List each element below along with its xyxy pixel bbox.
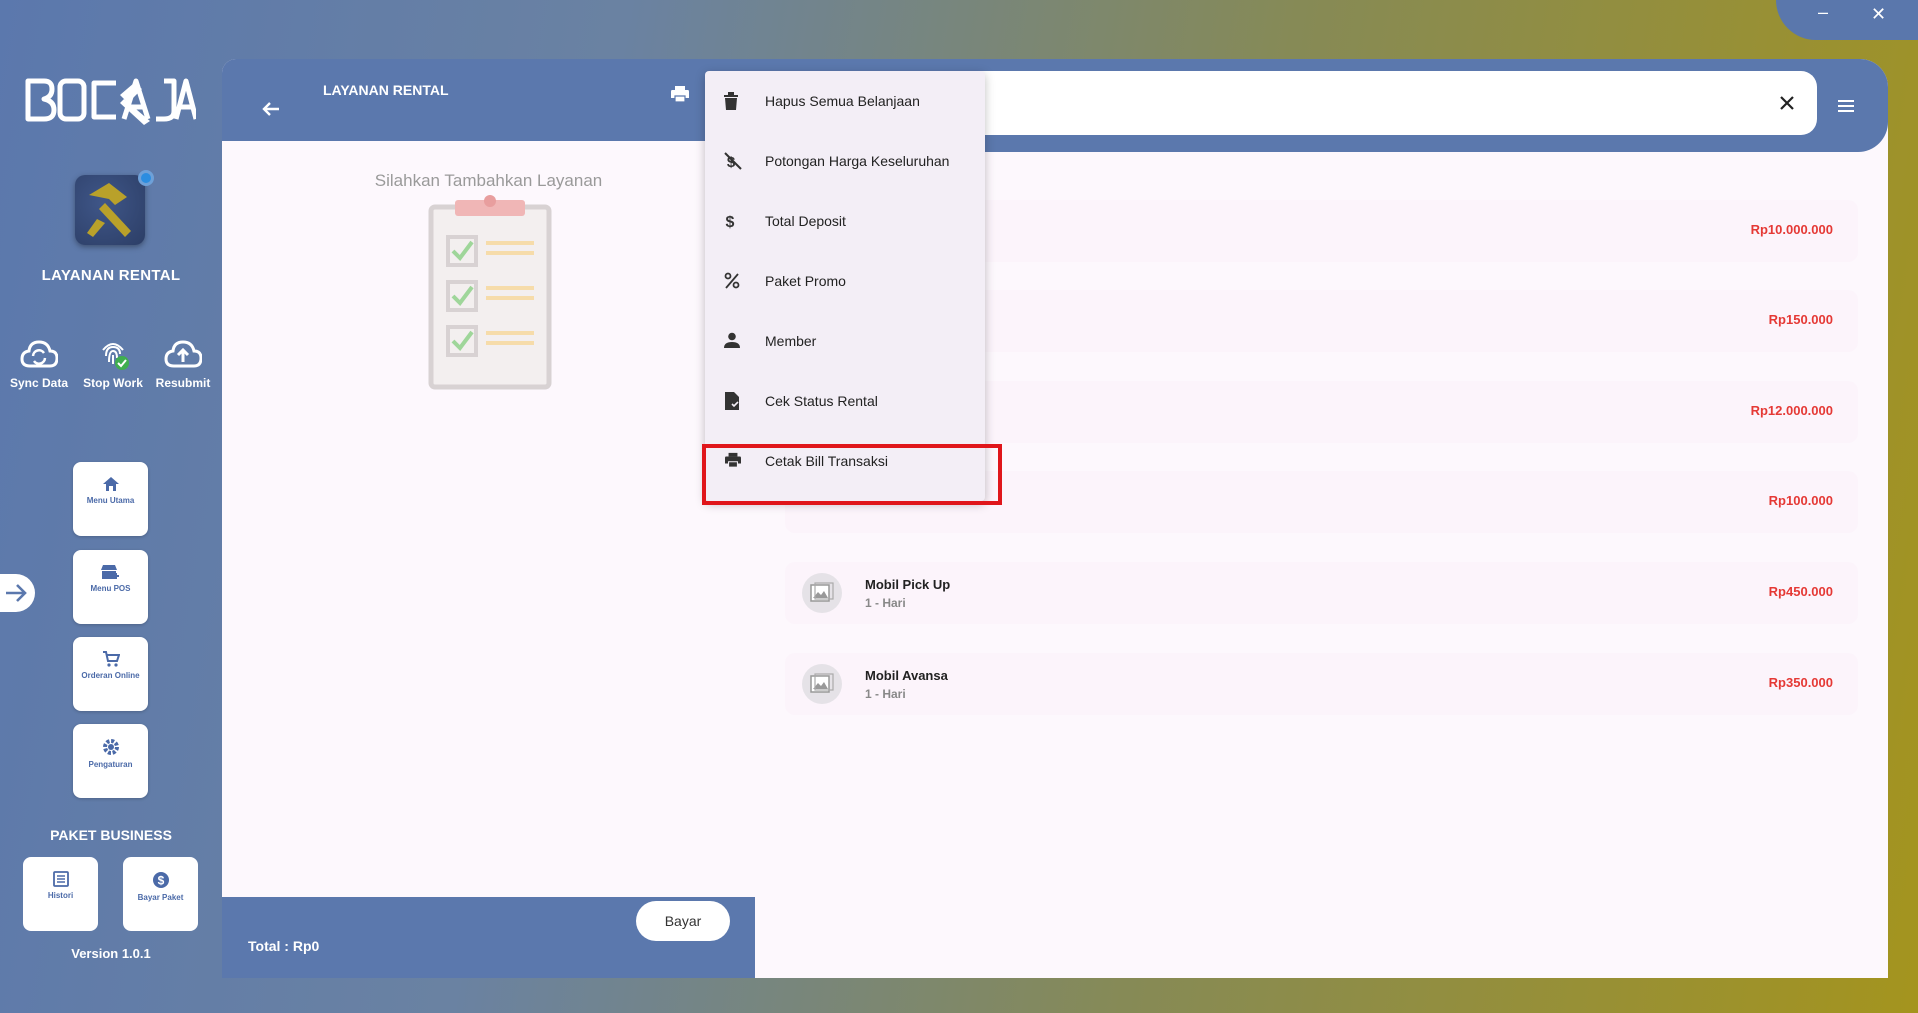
avatar <box>75 170 154 245</box>
item-price: Rp350.000 <box>1768 675 1833 690</box>
bayar-paket-button[interactable]: $ Bayar Paket <box>123 857 198 931</box>
menu-item-hapus-semua[interactable]: Hapus Semua Belanjaan <box>705 71 985 131</box>
sync-data-button[interactable]: Sync Data <box>0 338 79 390</box>
item-unit: 1 - Hari <box>865 687 906 701</box>
menu-item-member[interactable]: Member <box>705 311 985 371</box>
gear-icon <box>102 739 119 755</box>
menu-item-paket-promo[interactable]: Paket Promo <box>705 251 985 311</box>
arrow-right-icon <box>6 584 27 602</box>
close-window-button[interactable]: ✕ <box>1871 4 1886 25</box>
resubmit-label: Resubmit <box>155 376 211 390</box>
sidebar: LAYANAN RENTAL Sync Data Stop Work Resub… <box>0 0 222 1013</box>
online-indicator <box>138 170 154 186</box>
cart-footer: Total : Rp0 Bayar <box>222 897 755 978</box>
svg-text:$: $ <box>157 874 164 888</box>
trash-icon <box>724 92 738 110</box>
item-price: Rp100.000 <box>1768 493 1833 508</box>
stop-work-label: Stop Work <box>83 376 143 390</box>
window-controls: – ✕ <box>1776 0 1918 40</box>
main-panel: LAYANAN RENTAL Silahkan Tambahkan Layana… <box>222 59 1888 978</box>
menu-item-potongan-harga[interactable]: $ Potongan Harga Keseluruhan <box>705 131 985 191</box>
cart-header: LAYANAN RENTAL <box>222 59 755 141</box>
nav-orderan-online[interactable]: Orderan Online <box>73 637 148 711</box>
dollar-circle-icon: $ <box>152 872 169 888</box>
close-icon[interactable] <box>1779 95 1795 111</box>
resubmit-button[interactable]: Resubmit <box>143 338 223 390</box>
money-off-icon: $ <box>724 152 742 170</box>
list-icon <box>52 871 69 887</box>
minimize-button[interactable]: – <box>1818 2 1828 23</box>
print-icon[interactable] <box>670 85 690 103</box>
sidebar-title: LAYANAN RENTAL <box>41 267 181 284</box>
percent-icon <box>724 272 740 289</box>
item-price: Rp450.000 <box>1768 584 1833 599</box>
sync-data-label: Sync Data <box>9 376 69 390</box>
item-price: Rp150.000 <box>1768 312 1833 327</box>
person-icon <box>724 332 740 348</box>
histori-button[interactable]: Histori <box>23 857 98 931</box>
empty-cart-text: Silahkan Tambahkan Layanan <box>374 171 603 190</box>
list-item[interactable]: Mobil Pick Up 1 - Hari Rp450.000 <box>785 562 1858 624</box>
expand-sidebar-button[interactable] <box>0 574 35 612</box>
brand-logo <box>25 78 196 125</box>
list-item[interactable]: Mobil Avansa 1 - Hari Rp350.000 <box>785 653 1858 715</box>
hamburger-menu-icon[interactable] <box>1837 99 1855 113</box>
cart-icon <box>102 651 120 667</box>
back-arrow-icon[interactable] <box>262 101 280 117</box>
item-name: Mobil Pick Up <box>865 577 951 592</box>
item-name: Mobil Avansa <box>865 668 948 683</box>
nav-menu-pos[interactable]: Menu POS <box>73 550 148 624</box>
menu-item-cek-status[interactable]: Cek Status Rental <box>705 371 985 431</box>
cloud-upload-icon <box>164 340 202 368</box>
store-add-icon <box>100 565 119 579</box>
hammer-icon <box>87 183 131 237</box>
total-label: Total : Rp0 <box>248 938 320 954</box>
version-label: Version 1.0.1 <box>71 946 151 961</box>
nav-pengaturan[interactable]: Pengaturan <box>73 724 148 798</box>
item-price: Rp10.000.000 <box>1750 222 1833 237</box>
cart-title: LAYANAN RENTAL <box>323 82 449 98</box>
dollar-icon: $ <box>726 214 735 230</box>
image-placeholder-icon <box>802 664 842 704</box>
svg-text:$: $ <box>726 214 735 230</box>
options-menu: Hapus Semua Belanjaan $ Potongan Harga K… <box>705 71 985 501</box>
bayar-button[interactable]: Bayar <box>636 901 730 941</box>
item-unit: 1 - Hari <box>865 596 906 610</box>
highlight-box <box>702 444 1002 505</box>
fingerprint-check-icon <box>102 343 129 370</box>
menu-item-total-deposit[interactable]: $ Total Deposit <box>705 191 985 251</box>
home-icon <box>102 477 119 491</box>
item-price: Rp12.000.000 <box>1750 403 1833 418</box>
clipboard-illustration <box>428 195 552 390</box>
nav-menu-utama[interactable]: Menu Utama <box>73 462 148 536</box>
image-placeholder-icon <box>802 573 842 613</box>
paket-title: PAKET BUSINESS <box>50 827 172 843</box>
file-check-icon <box>725 392 739 410</box>
stop-work-button[interactable]: Stop Work <box>73 338 153 390</box>
cloud-sync-icon <box>20 340 58 368</box>
